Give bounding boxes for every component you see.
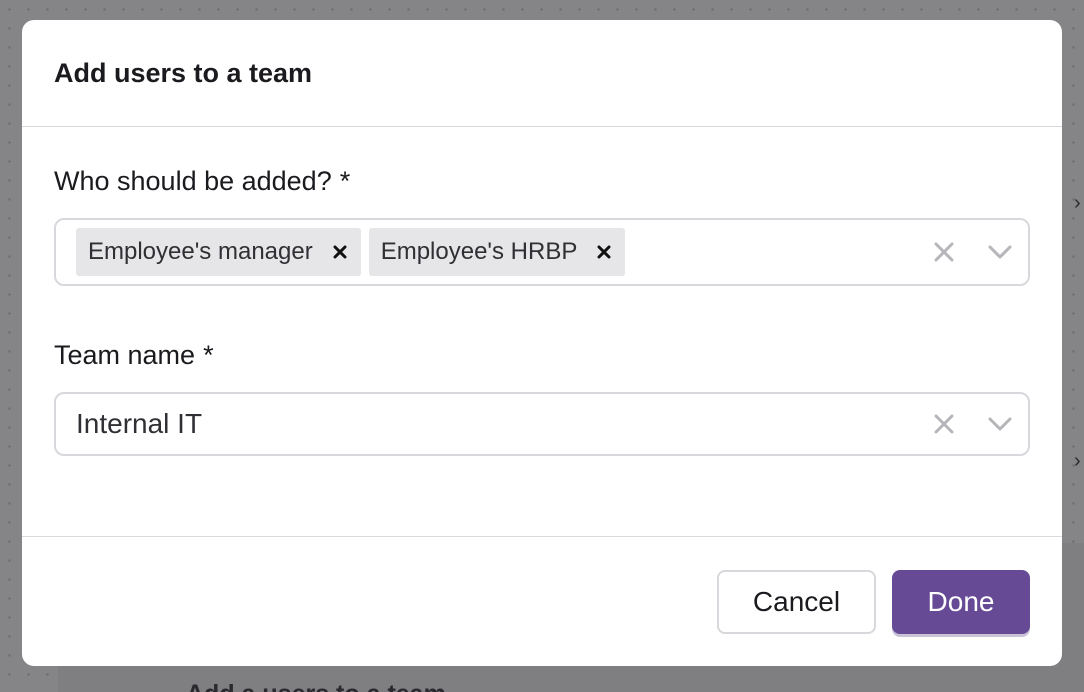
dialog-footer: Cancel Done — [22, 536, 1062, 666]
background-chevron-icon: › — [1074, 192, 1081, 214]
background-card-title: Add a users to a team — [186, 680, 446, 692]
team-name-label: Team name * — [54, 338, 214, 372]
who-multiselect[interactable]: Employee's manager Employee's HRBP — [54, 218, 1030, 286]
close-icon[interactable] — [331, 243, 349, 261]
who-select-controls — [930, 220, 1014, 284]
required-marker: * — [339, 166, 351, 196]
team-select-controls — [930, 394, 1014, 454]
dialog-title: Add users to a team — [54, 58, 313, 88]
clear-icon[interactable] — [930, 238, 958, 266]
cancel-button[interactable]: Cancel — [717, 570, 876, 634]
close-icon[interactable] — [595, 243, 613, 261]
background-chevron-icon: › — [1074, 450, 1081, 472]
team-name-select[interactable]: Internal IT — [54, 392, 1030, 456]
chip-employees-hrbp: Employee's HRBP — [368, 228, 626, 276]
done-button[interactable]: Done — [892, 570, 1030, 634]
team-name-label-text: Team name — [54, 340, 196, 370]
who-field-label-text: Who should be added? — [54, 166, 332, 196]
chevron-down-icon[interactable] — [986, 238, 1014, 266]
chevron-down-icon[interactable] — [986, 410, 1014, 438]
who-field-label: Who should be added? * — [54, 164, 350, 198]
add-users-dialog: Add users to a team Who should be added?… — [22, 20, 1062, 666]
chip-label: Employee's HRBP — [380, 238, 578, 265]
chip-employees-manager: Employee's manager — [76, 228, 361, 276]
required-marker: * — [203, 340, 214, 370]
clear-icon[interactable] — [930, 410, 958, 438]
dialog-header: Add users to a team — [22, 20, 1062, 127]
chip-label: Employee's manager — [88, 238, 313, 265]
team-name-value: Internal IT — [76, 408, 203, 439]
